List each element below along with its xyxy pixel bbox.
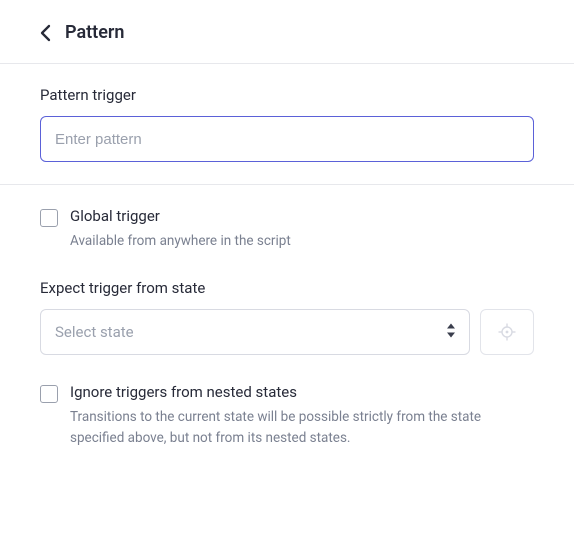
pattern-trigger-section: Pattern trigger <box>0 64 574 184</box>
ignore-nested-label: Ignore triggers from nested states <box>70 383 534 401</box>
expect-state-row: Select state <box>40 309 534 355</box>
back-button[interactable] <box>40 24 51 42</box>
chevron-left-icon <box>40 24 51 42</box>
pattern-trigger-label: Pattern trigger <box>40 86 534 104</box>
ignore-nested-checkbox[interactable] <box>40 385 58 403</box>
global-trigger-label: Global trigger <box>70 207 291 225</box>
global-trigger-row: Global trigger Available from anywhere i… <box>40 207 534 251</box>
ignore-nested-row: Ignore triggers from nested states Trans… <box>40 383 534 448</box>
locate-state-button[interactable] <box>480 309 534 355</box>
global-trigger-desc: Available from anywhere in the script <box>70 231 291 251</box>
page-title: Pattern <box>65 22 124 43</box>
global-trigger-checkbox[interactable] <box>40 209 58 227</box>
global-trigger-text: Global trigger Available from anywhere i… <box>70 207 291 251</box>
expect-state-select-wrap: Select state <box>40 309 470 355</box>
expect-state-block: Expect trigger from state Select state <box>40 279 534 355</box>
pattern-input[interactable] <box>40 116 534 162</box>
ignore-nested-desc: Transitions to the current state will be… <box>70 407 534 448</box>
options-section: Global trigger Available from anywhere i… <box>0 185 574 470</box>
expect-state-select[interactable]: Select state <box>40 309 470 355</box>
expect-state-placeholder: Select state <box>55 323 134 341</box>
expect-state-label: Expect trigger from state <box>40 279 534 297</box>
crosshair-icon <box>498 323 516 341</box>
panel-header: Pattern <box>0 0 574 63</box>
ignore-nested-text: Ignore triggers from nested states Trans… <box>70 383 534 448</box>
